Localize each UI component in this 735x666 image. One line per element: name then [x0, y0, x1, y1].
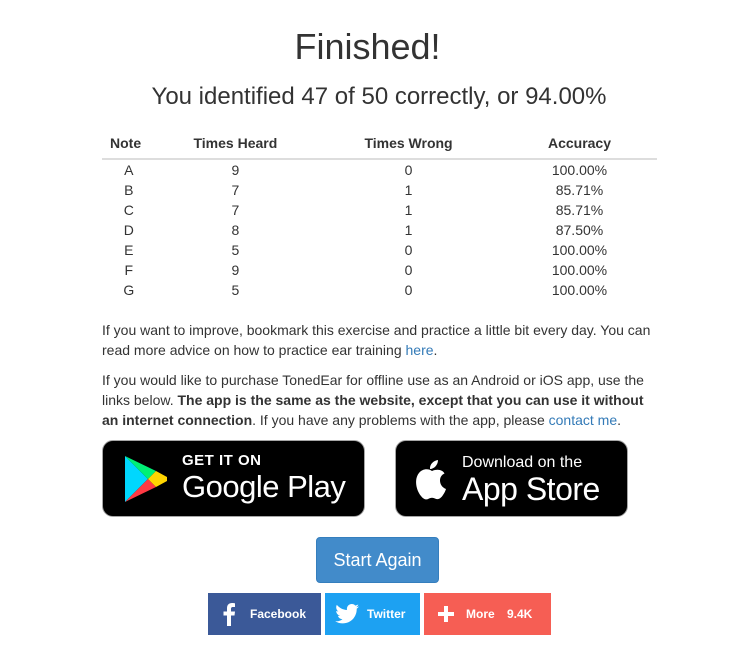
- google-play-small-text: GET IT ON: [182, 452, 262, 469]
- twitter-share-label: Twitter: [367, 607, 406, 621]
- facebook-share-label: Facebook: [250, 607, 307, 621]
- more-share-button[interactable]: More 9.4K: [424, 593, 551, 635]
- improve-paragraph: If you want to improve, bookmark this ex…: [102, 320, 657, 360]
- times-wrong-cell: 1: [404, 222, 413, 238]
- app-store-badge[interactable]: Download on the App Store: [395, 440, 628, 517]
- purchase-text-2: . If you have any problems with the app,…: [252, 412, 549, 428]
- times-wrong-cell: 1: [404, 182, 413, 198]
- more-share-label: More: [466, 607, 495, 621]
- note-cell: G: [123, 282, 135, 298]
- times-wrong-cell: 0: [404, 242, 413, 258]
- times-heard-cell: 9: [231, 262, 240, 278]
- purchase-end: .: [617, 412, 622, 428]
- accuracy-cell: 100.00%: [551, 242, 608, 258]
- times-wrong-cell: 0: [404, 282, 413, 298]
- table-row: F 9 0 100.00%: [102, 260, 657, 280]
- google-play-logo-icon: [125, 456, 167, 502]
- table-row: E 5 0 100.00%: [102, 240, 657, 260]
- page-title: Finished!: [294, 26, 441, 67]
- times-wrong-cell: 0: [404, 262, 413, 278]
- accuracy-cell: 100.00%: [551, 282, 608, 298]
- column-header-accuracy: Accuracy: [501, 128, 657, 160]
- google-play-badge[interactable]: GET IT ON Google Play: [102, 440, 365, 517]
- times-heard-cell: 5: [231, 282, 240, 298]
- note-cell: D: [123, 222, 134, 238]
- accuracy-cell: 87.50%: [555, 222, 604, 238]
- improve-text: If you want to improve, bookmark this ex…: [102, 322, 651, 358]
- plus-icon: [438, 606, 454, 622]
- accuracy-cell: 85.71%: [555, 202, 604, 218]
- times-wrong-cell: 0: [404, 162, 413, 178]
- times-heard-cell: 5: [231, 242, 240, 258]
- twitter-icon: [335, 604, 359, 624]
- table-row: D 8 1 87.50%: [102, 220, 657, 240]
- results-table: Note Times Heard Times Wrong Accuracy A …: [102, 128, 657, 300]
- column-header-times-wrong: Times Wrong: [315, 128, 502, 160]
- table-row: A 9 0 100.00%: [102, 159, 657, 180]
- note-cell: A: [124, 162, 134, 178]
- table-row: G 5 0 100.00%: [102, 280, 657, 300]
- start-again-button[interactable]: Start Again: [316, 537, 439, 583]
- times-heard-cell: 8: [231, 222, 240, 238]
- twitter-share-button[interactable]: Twitter: [325, 593, 420, 635]
- purchase-paragraph: If you would like to purchase TonedEar f…: [102, 370, 657, 430]
- advice-link[interactable]: here: [406, 342, 434, 358]
- table-row: B 7 1 85.71%: [102, 180, 657, 200]
- app-store-small-text: Download on the: [462, 454, 583, 471]
- note-cell: F: [124, 262, 134, 278]
- table-header-row: Note Times Heard Times Wrong Accuracy: [102, 128, 657, 160]
- contact-link[interactable]: contact me: [549, 412, 617, 428]
- google-play-big-text: Google Play: [182, 469, 346, 504]
- facebook-icon: [223, 603, 235, 626]
- times-wrong-cell: 1: [404, 202, 413, 218]
- column-header-note: Note: [102, 128, 156, 160]
- note-cell: E: [124, 242, 134, 258]
- improve-end: .: [433, 342, 438, 358]
- note-cell: C: [123, 202, 134, 218]
- times-heard-cell: 9: [231, 162, 240, 178]
- times-heard-cell: 7: [231, 202, 240, 218]
- table-row: C 7 1 85.71%: [102, 200, 657, 220]
- times-heard-cell: 7: [231, 182, 240, 198]
- score-summary: You identified 47 of 50 correctly, or 94…: [151, 83, 607, 110]
- column-header-times-heard: Times Heard: [155, 128, 316, 160]
- accuracy-cell: 100.00%: [551, 162, 608, 178]
- apple-logo-icon: [416, 460, 446, 500]
- accuracy-cell: 100.00%: [551, 262, 608, 278]
- share-count: 9.4K: [507, 607, 533, 621]
- accuracy-cell: 85.71%: [555, 182, 604, 198]
- note-cell: B: [124, 182, 134, 198]
- app-store-big-text: App Store: [462, 471, 600, 507]
- facebook-share-button[interactable]: Facebook: [208, 593, 321, 635]
